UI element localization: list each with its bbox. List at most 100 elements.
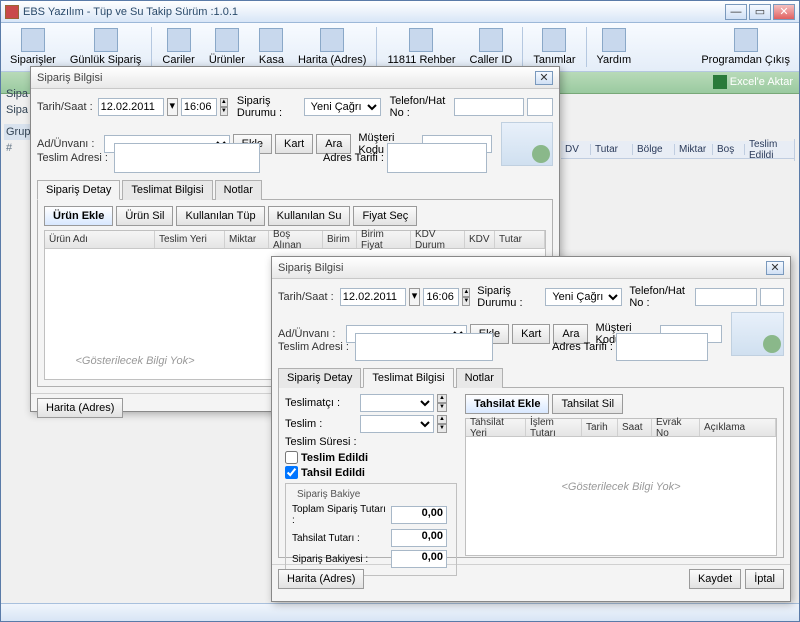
minimize-button[interactable]: — [725, 4, 747, 20]
customer-illustration [501, 122, 553, 166]
addr2-input[interactable] [355, 333, 493, 361]
cc5[interactable]: Açıklama [700, 419, 776, 436]
close-button[interactable]: ✕ [773, 4, 795, 20]
addrdesc-input[interactable] [387, 143, 487, 173]
tab-detail[interactable]: Sipariş Detay [37, 180, 120, 200]
tab-delivery[interactable]: Teslimat Bilgisi [122, 180, 212, 200]
col-teslim[interactable]: Teslim Edildi [745, 139, 795, 161]
tb-exit[interactable]: Programdan Çıkış [694, 25, 797, 69]
dc3[interactable]: Boş Alınan [269, 231, 323, 248]
defs-icon [542, 28, 566, 52]
dc7[interactable]: KDV [465, 231, 495, 248]
col-miktar[interactable]: Miktar [675, 144, 713, 155]
time-stepper[interactable]: ▲▼ [220, 98, 228, 116]
date2-input[interactable] [340, 288, 406, 306]
line2-input[interactable] [760, 288, 784, 306]
btn-usedsu[interactable]: Kullanılan Su [268, 206, 351, 226]
cc0[interactable]: Tahsilat Yeri [466, 419, 526, 436]
chk-collected[interactable] [285, 466, 298, 479]
chk-delivered[interactable] [285, 451, 298, 464]
dc2[interactable]: Miktar [225, 231, 269, 248]
order1-titlebar[interactable]: Sipariş Bilgisi ✕ [31, 67, 559, 89]
status-select[interactable]: Yeni Çağrı [304, 98, 381, 116]
tb-accounts[interactable]: Cariler [155, 25, 201, 69]
tb-daily[interactable]: Günlük Sipariş [63, 25, 149, 69]
tab-notes[interactable]: Notlar [215, 180, 262, 200]
cc1[interactable]: İşlem Tutarı [526, 419, 582, 436]
lbl-delivered: Teslim Edildi [301, 452, 368, 464]
dc5[interactable]: Birim Fiyat [357, 231, 411, 248]
col-bos[interactable]: Boş [713, 144, 745, 155]
excel-export-link[interactable]: Excel'e Aktar [713, 75, 793, 89]
order1-map-btn[interactable]: Harita (Adres) [37, 398, 123, 418]
btn-usedtup[interactable]: Kullanılan Tüp [176, 206, 264, 226]
btn-delprod[interactable]: Ürün Sil [116, 206, 173, 226]
order2-map-btn[interactable]: Harita (Adres) [278, 569, 364, 589]
col-tutar[interactable]: Tutar [591, 144, 633, 155]
collect-grid[interactable]: Tahsilat Yeri İşlem Tutarı Tarih Saat Ev… [465, 418, 777, 556]
dc4[interactable]: Birim [323, 231, 357, 248]
card-button[interactable]: Kart [275, 134, 313, 154]
tab2-detail[interactable]: Sipariş Detay [278, 368, 361, 388]
phone-input[interactable] [454, 98, 524, 116]
deliv-stepper[interactable]: ▲▼ [437, 415, 447, 433]
tab2-delivery[interactable]: Teslimat Bilgisi [363, 368, 453, 388]
main-titlebar: EBS Yazılım - Tüp ve Su Takip Sürüm :1.0… [1, 1, 799, 23]
status-bar [1, 603, 799, 621]
search-button[interactable]: Ara [316, 134, 351, 154]
line-input[interactable] [527, 98, 553, 116]
addrdesc2-input[interactable] [616, 333, 708, 361]
tb-products[interactable]: Ürünler [202, 25, 252, 69]
tb-defs[interactable]: Tanımlar [526, 25, 582, 69]
cc4[interactable]: Evrak No [652, 419, 700, 436]
dc8[interactable]: Tutar [495, 231, 545, 248]
dc1[interactable]: Teslim Yeri [155, 231, 225, 248]
side-row-2[interactable]: Sipa [4, 102, 32, 118]
tb-orders[interactable]: Siparişler [3, 25, 63, 69]
side-row-3[interactable]: Grup [4, 124, 32, 140]
lbl2-phone: Telefon/Hat No : [629, 285, 692, 309]
btn-price[interactable]: Fiyat Seç [353, 206, 417, 226]
time2-input[interactable] [423, 288, 459, 306]
dc0[interactable]: Ürün Adı [45, 231, 155, 248]
time-input[interactable] [181, 98, 217, 116]
order2-titlebar[interactable]: Sipariş Bilgisi ✕ [272, 257, 790, 279]
tb-map[interactable]: Harita (Adres) [291, 25, 373, 69]
deliv-select[interactable] [360, 415, 434, 433]
courier-stepper[interactable]: ▲▼ [437, 394, 447, 412]
tab2-notes[interactable]: Notlar [456, 368, 503, 388]
order2-close[interactable]: ✕ [766, 261, 784, 275]
btn-addprod[interactable]: Ürün Ekle [44, 206, 113, 226]
dc6[interactable]: KDV Durum [411, 231, 465, 248]
date-dd-icon[interactable]: ▾ [167, 98, 178, 116]
side-row-1[interactable]: Sipa [4, 86, 32, 102]
tb-dir[interactable]: 11811 Rehber [380, 25, 462, 69]
phone2-input[interactable] [695, 288, 757, 306]
col-bolge[interactable]: Bölge [633, 144, 675, 155]
cancel-button[interactable]: İptal [745, 569, 784, 589]
date2-dd-icon[interactable]: ▾ [409, 288, 421, 306]
btn-delcollect[interactable]: Tahsilat Sil [552, 394, 623, 414]
time2-stepper[interactable]: ▲▼ [462, 288, 470, 306]
save-button[interactable]: Kaydet [689, 569, 741, 589]
collect-nodata: <Gösterilecek Bilgi Yok> [561, 481, 680, 493]
cc2[interactable]: Tarih [582, 419, 618, 436]
btn-addcollect[interactable]: Tahsilat Ekle [465, 394, 549, 414]
map-icon [320, 28, 344, 52]
cc3[interactable]: Saat [618, 419, 652, 436]
col-dv[interactable]: DV [561, 144, 591, 155]
order2-tabs: Sipariş Detay Teslimat Bilgisi Notlar [278, 367, 784, 388]
tb-help[interactable]: Yardım [590, 25, 639, 69]
lbl-datetime: Tarih/Saat : [37, 101, 95, 113]
order1-close[interactable]: ✕ [535, 71, 553, 85]
tb-cash[interactable]: Kasa [252, 25, 291, 69]
app-icon [5, 5, 19, 19]
tb-cid[interactable]: Caller ID [463, 25, 520, 69]
card2-button[interactable]: Kart [512, 324, 550, 344]
addr-input[interactable] [114, 143, 260, 173]
status2-select[interactable]: Yeni Çağrı [545, 288, 622, 306]
maximize-button[interactable]: ▭ [749, 4, 771, 20]
lbl-dur: Teslim Süresi : [285, 436, 357, 448]
date-input[interactable] [98, 98, 164, 116]
courier-select[interactable] [360, 394, 434, 412]
